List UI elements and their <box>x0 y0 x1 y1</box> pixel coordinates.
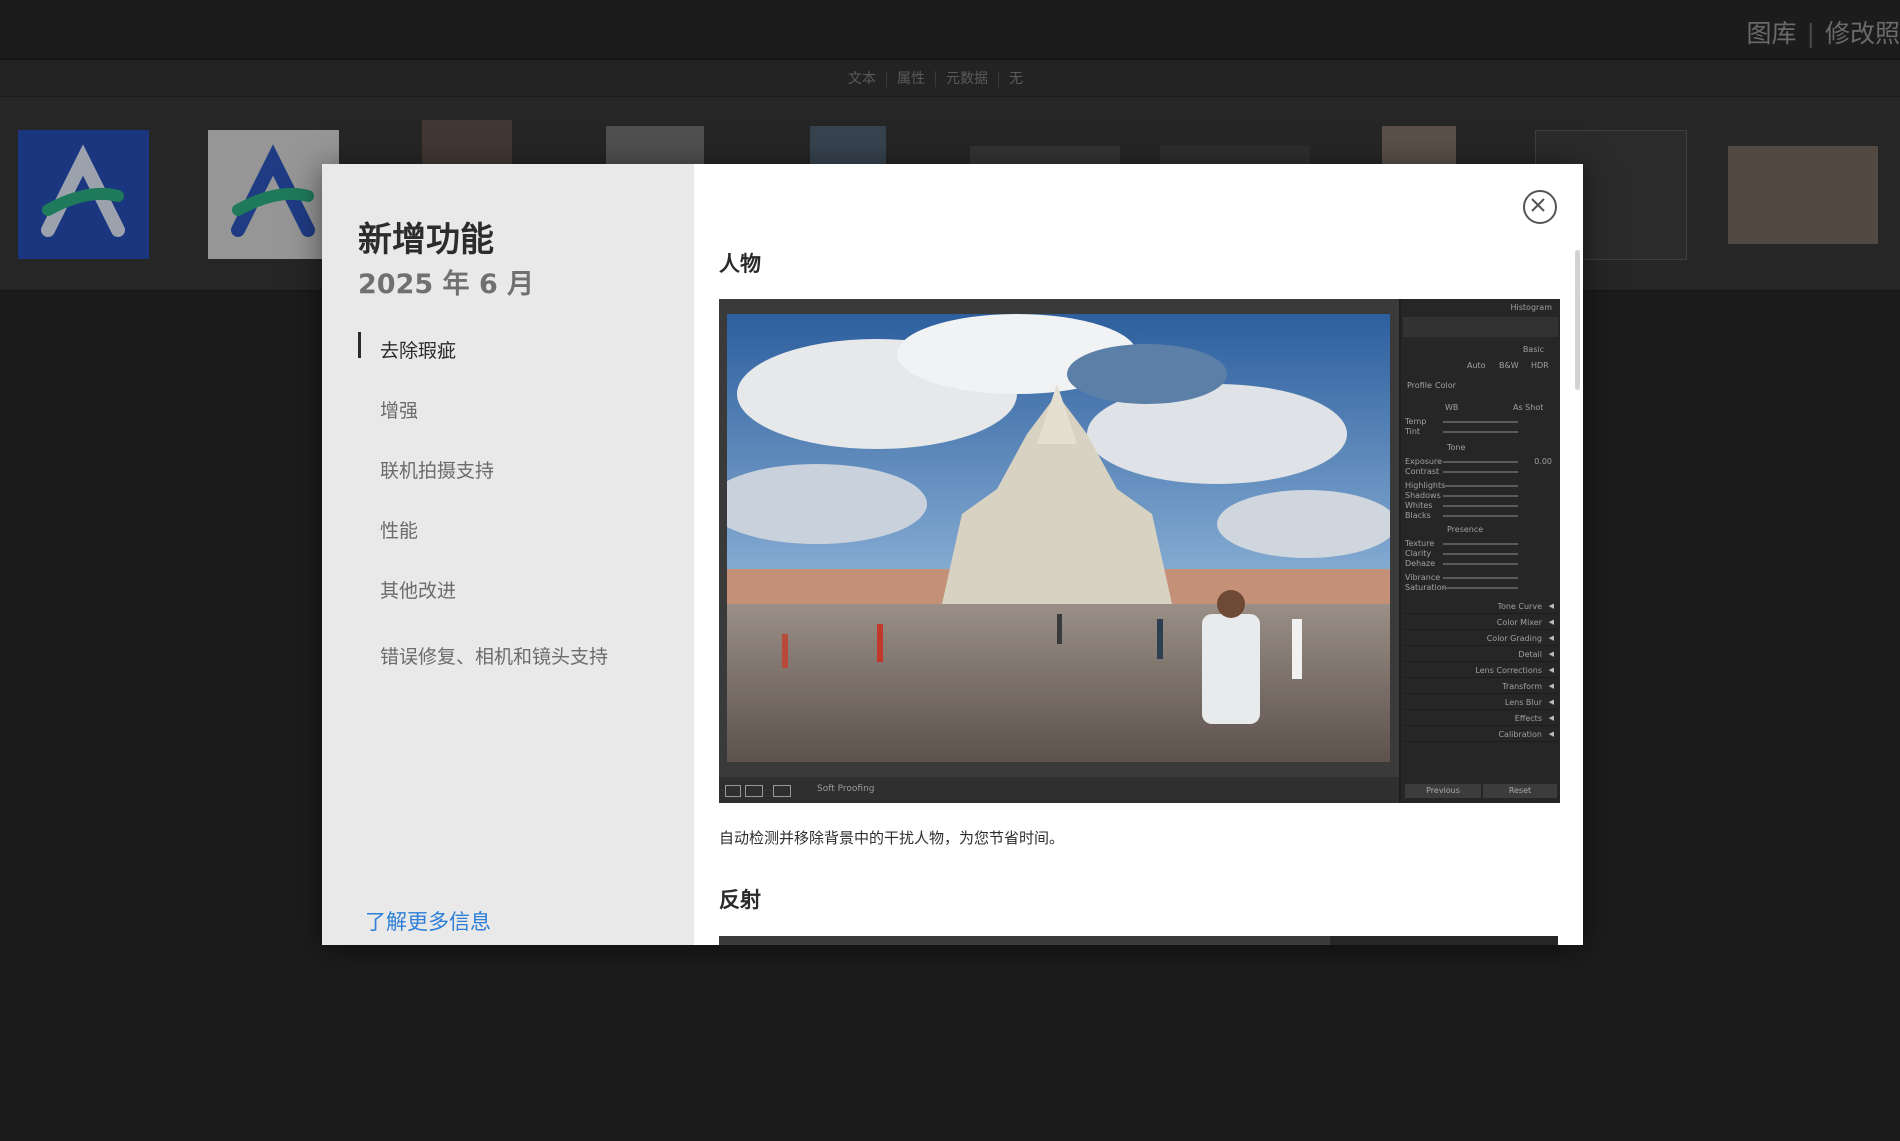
section-heading-reflections: 反射 <box>719 888 761 912</box>
temp-slider[interactable] <box>1443 421 1518 423</box>
tool-strip <box>1403 317 1558 337</box>
scrollbar[interactable] <box>1575 250 1580 390</box>
feature-screenshot: Soft Proofing Histogram Basic Auto B&W H… <box>719 299 1560 803</box>
contrast-slider[interactable] <box>1443 471 1518 473</box>
nav-item-label: 增强 <box>380 400 419 422</box>
develop-panel: Histogram Basic Auto B&W HDR Profile Col… <box>1399 299 1560 803</box>
compare-view-icon[interactable] <box>745 785 763 797</box>
shadows-label: Shadows <box>1405 491 1441 500</box>
module-develop[interactable]: 修改照 <box>1825 19 1900 48</box>
filter-metadata[interactable]: 元数据 <box>936 71 999 87</box>
nav-item-bug-fixes[interactable]: 错误修复、相机和镜头支持 <box>358 630 678 690</box>
exposure-label: Exposure <box>1405 457 1443 466</box>
auto-button[interactable]: Auto <box>1467 361 1486 370</box>
texture-slider[interactable] <box>1443 543 1518 545</box>
contrast-label: Contrast <box>1405 467 1440 476</box>
feature-nav: 去除瑕疵 增强 联机拍摄支持 性能 其他改进 错误修复、相机和镜头支持 <box>358 324 678 690</box>
presence-label: Presence <box>1447 525 1484 534</box>
panel-detail[interactable]: Detail ◀ <box>1403 647 1558 662</box>
panel-tone-curve[interactable]: Tone Curve ◀ <box>1403 599 1558 614</box>
image-toolbar: Soft Proofing <box>719 777 1399 803</box>
blacks-label: Blacks <box>1405 511 1431 520</box>
tone-label: Tone <box>1447 443 1466 452</box>
whats-new-dialog: 新增功能 2025 年 6 月 去除瑕疵 增强 联机拍摄支持 性能 其他改进 错… <box>322 164 1583 945</box>
nav-item-performance[interactable]: 性能 <box>358 504 678 564</box>
wb-value[interactable]: As Shot <box>1513 403 1543 412</box>
filter-none[interactable]: 无 <box>999 71 1033 87</box>
exposure-slider[interactable] <box>1443 461 1518 463</box>
loupe-view-icon[interactable] <box>725 785 741 797</box>
wb-label: WB <box>1445 403 1459 412</box>
filter-text[interactable]: 文本 <box>838 71 887 87</box>
panel-transform[interactable]: Transform ◀ <box>1403 679 1558 694</box>
basic-label: Basic <box>1522 345 1544 354</box>
soft-proofing-label: Soft Proofing <box>817 784 875 794</box>
blacks-slider[interactable] <box>1443 515 1518 517</box>
clarity-slider[interactable] <box>1443 553 1518 555</box>
profile-label: Profile <box>1407 381 1432 390</box>
whites-slider[interactable] <box>1443 505 1518 507</box>
nav-item-label: 性能 <box>380 520 419 542</box>
nav-item-label: 其他改进 <box>380 580 457 602</box>
hdr-button[interactable]: HDR <box>1531 361 1549 370</box>
panel-color-mixer[interactable]: Color Mixer ◀ <box>1403 615 1558 630</box>
previous-button[interactable]: Previous <box>1405 784 1481 798</box>
texture-label: Texture <box>1405 539 1435 548</box>
panel-effects[interactable]: Effects ◀ <box>1403 711 1558 726</box>
learn-more-link[interactable]: 了解更多信息 <box>365 906 491 936</box>
close-button[interactable] <box>1523 190 1557 224</box>
highlights-label: Highlights <box>1405 481 1446 490</box>
dialog-date: 2025 年 6 月 <box>358 269 535 300</box>
histogram-label: Histogram <box>1510 303 1553 312</box>
dialog-sidebar: 新增功能 2025 年 6 月 去除瑕疵 增强 联机拍摄支持 性能 其他改进 错… <box>322 164 694 945</box>
feature-screenshot-reflections <box>719 936 1558 945</box>
whites-label: Whites <box>1405 501 1433 510</box>
clarity-label: Clarity <box>1405 549 1432 558</box>
nav-item-label: 联机拍摄支持 <box>380 460 495 482</box>
saturation-slider[interactable] <box>1443 587 1518 589</box>
section-description-people: 自动检测并移除背景中的干扰人物，为您节省时间。 <box>719 829 1065 847</box>
tint-slider[interactable] <box>1443 431 1518 433</box>
panel-color-grading[interactable]: Color Grading ◀ <box>1403 631 1558 646</box>
reset-button[interactable]: Reset <box>1483 784 1557 798</box>
vibrance-label: Vibrance <box>1405 573 1441 582</box>
filter-attribute[interactable]: 属性 <box>887 71 936 87</box>
close-icon <box>1531 198 1545 212</box>
dialog-content: 人物 Soft Proofing Histogram Basic Auto B&… <box>694 164 1583 945</box>
nav-item-other-improvements[interactable]: 其他改进 <box>358 564 678 624</box>
nav-item-enhance[interactable]: 增强 <box>358 384 678 444</box>
nav-item-label: 去除瑕疵 <box>380 340 457 362</box>
highlights-slider[interactable] <box>1443 485 1518 487</box>
tint-label: Tint <box>1405 427 1421 436</box>
temple-photo <box>727 314 1390 762</box>
temp-label: Temp <box>1405 417 1427 426</box>
dehaze-label: Dehaze <box>1405 559 1436 568</box>
shadows-slider[interactable] <box>1443 495 1518 497</box>
bw-button[interactable]: B&W <box>1499 361 1519 370</box>
module-picker: 图库 | 修改照 <box>1746 19 1900 48</box>
dialog-title: 新增功能 <box>358 220 494 260</box>
saturation-label: Saturation <box>1405 583 1447 592</box>
nav-item-remove-distractions[interactable]: 去除瑕疵 <box>358 324 678 384</box>
dehaze-slider[interactable] <box>1443 563 1518 565</box>
vibrance-slider[interactable] <box>1443 577 1518 579</box>
section-heading-people: 人物 <box>719 252 761 276</box>
library-filter-bar: 文本 属性 元数据无 <box>0 60 1900 97</box>
module-library[interactable]: 图库 <box>1747 19 1797 48</box>
panel-calibration[interactable]: Calibration ◀ <box>1403 727 1558 742</box>
panel-lens-corrections[interactable]: Lens Corrections ◀ <box>1403 663 1558 678</box>
nav-item-tethered-capture[interactable]: 联机拍摄支持 <box>358 444 678 504</box>
survey-view-icon[interactable] <box>773 785 791 797</box>
panel-lens-blur[interactable]: Lens Blur ◀ <box>1403 695 1558 710</box>
top-bar: 图库 | 修改照 <box>0 0 1900 60</box>
exposure-value: 0.00 <box>1534 457 1552 466</box>
profile-value[interactable]: Color <box>1435 381 1456 390</box>
nav-item-label: 错误修复、相机和镜头支持 <box>380 646 609 668</box>
